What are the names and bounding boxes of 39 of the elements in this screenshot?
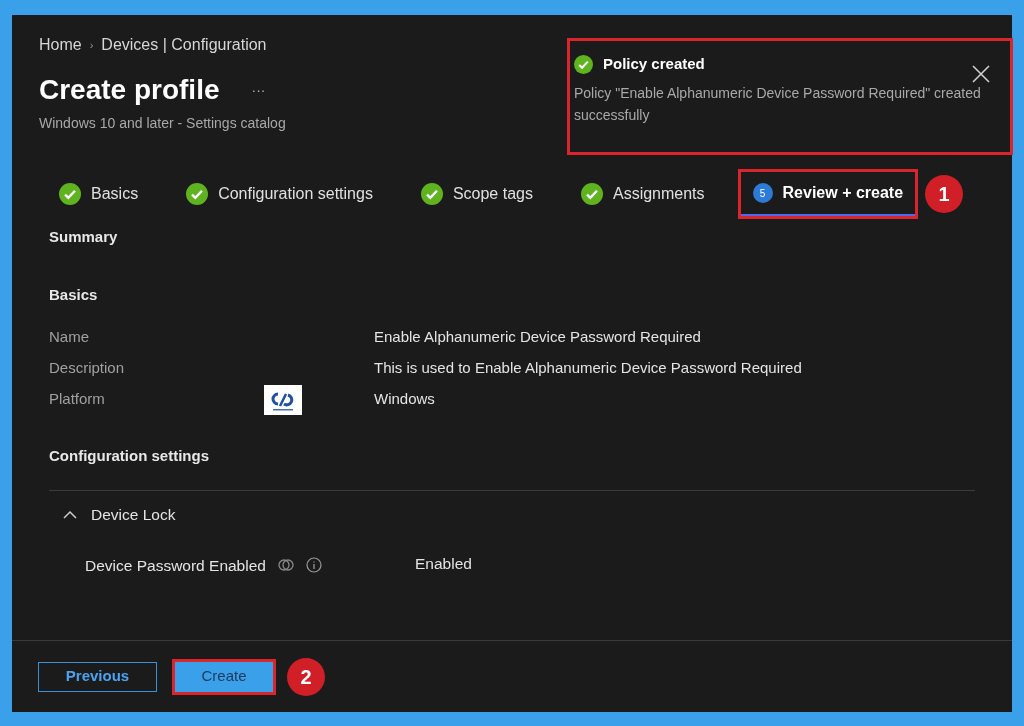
step-number: 5 — [752, 183, 773, 203]
section-heading: Summary — [49, 227, 119, 247]
field-value: Windows — [374, 389, 435, 410]
toast-message: Policy "Enable Alphanumeric Device Password Required" created successfully — [574, 83, 982, 125]
callout-badge: 2 — [287, 657, 325, 696]
check-circle-icon — [186, 183, 209, 205]
field-label: Description — [49, 358, 126, 379]
check-circle-icon — [574, 54, 593, 74]
field-label: Name — [49, 327, 90, 348]
previous-button[interactable]: Previous — [38, 661, 157, 692]
breadcrumb-link[interactable]: Devices | Configuration — [101, 33, 267, 57]
check-circle-icon — [420, 183, 443, 205]
wizard-tab[interactable]: Configuration settings — [174, 172, 385, 216]
info-icon[interactable] — [305, 557, 322, 574]
section-heading: Basics — [49, 284, 99, 305]
setting-label: Device Password Enabled — [85, 555, 266, 576]
group-toggle[interactable]: Device Lock — [63, 502, 975, 526]
breadcrumb-separator: › — [89, 37, 94, 53]
field-value: Enable Alphanumeric Device Password Required — [374, 327, 701, 348]
close-icon[interactable] — [972, 65, 990, 83]
section-heading: Configuration settings — [49, 446, 210, 466]
wizard-tab[interactable]: Scope tags — [408, 172, 545, 216]
check-circle-icon — [580, 183, 603, 205]
page-title: Create profile — [39, 73, 220, 107]
create-button[interactable]: Create — [175, 661, 273, 692]
wizard-tab[interactable]: 5 Review + create — [740, 172, 916, 216]
check-circle-icon — [59, 183, 81, 205]
wizard-tab[interactable]: Assignments — [568, 172, 717, 216]
chevron-up-icon — [63, 509, 77, 519]
field-label: Platform — [49, 389, 106, 410]
linked-circles-icon — [277, 557, 294, 574]
setting-value: Enabled — [415, 553, 472, 574]
breadcrumb-link[interactable]: Home — [39, 33, 82, 57]
more-button[interactable]: ··· — [251, 79, 266, 101]
callout-badge: 1 — [925, 175, 964, 213]
toast-title: Policy created — [603, 54, 705, 74]
field-value: This is used to Enable Alphanumeric Device Password Required — [374, 358, 802, 379]
page-subtitle: Windows 10 and later - Settings catalog — [39, 114, 286, 133]
wizard-tab[interactable]: Basics — [47, 172, 151, 216]
